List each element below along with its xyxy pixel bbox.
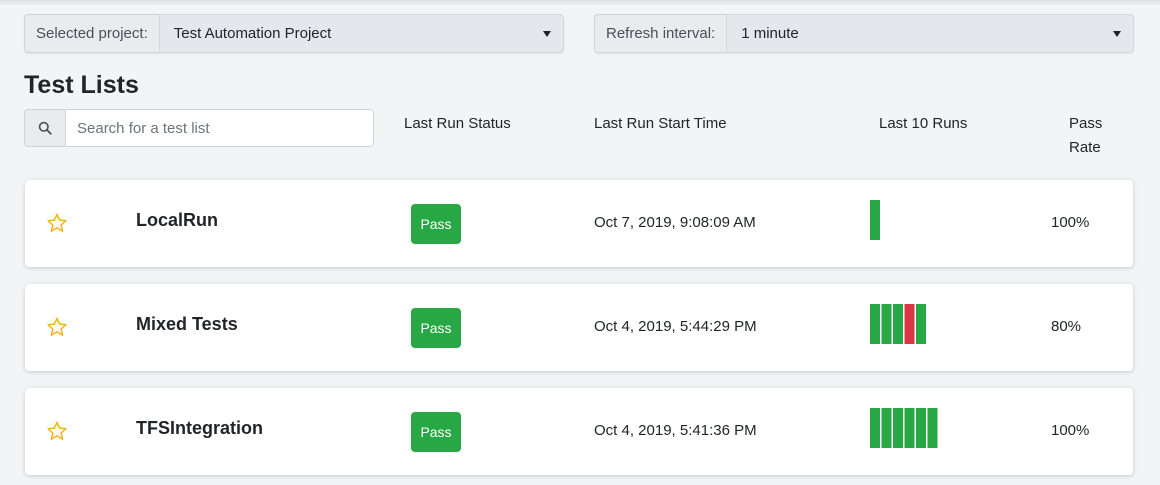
- run-bar-pass[interactable]: [893, 408, 903, 448]
- last-runs-chart: [870, 200, 880, 240]
- run-bar-fail[interactable]: [904, 304, 915, 344]
- test-list-card[interactable]: LocalRun Pass Oct 7, 2019, 9:08:09 AM 10…: [25, 180, 1133, 267]
- project-selector-label: Selected project:: [24, 14, 159, 53]
- run-bar-pass[interactable]: [893, 304, 903, 344]
- project-select-value: Test Automation Project: [173, 25, 332, 42]
- test-list-card[interactable]: TFSIntegration Pass Oct 4, 2019, 5:41:36…: [25, 388, 1133, 475]
- status-badge: Pass: [411, 412, 461, 452]
- caret-down-icon: [543, 30, 551, 37]
- run-bar-pass[interactable]: [870, 408, 880, 448]
- column-header-pass-rate: Pass Rate: [1069, 112, 1102, 160]
- run-bar-pass[interactable]: [904, 408, 915, 448]
- search-input[interactable]: [65, 109, 374, 147]
- pass-rate: 100%: [1051, 214, 1090, 231]
- search-icon: [24, 109, 65, 147]
- status-badge: Pass: [411, 308, 461, 348]
- page-title: Test Lists: [24, 71, 139, 99]
- column-header-last-runs: Last 10 Runs: [879, 115, 968, 132]
- last-run-start-time: Oct 4, 2019, 5:44:29 PM: [594, 318, 757, 335]
- status-badge: Pass: [411, 204, 461, 244]
- last-run-start-time: Oct 4, 2019, 5:41:36 PM: [594, 422, 757, 439]
- run-bar-pass[interactable]: [916, 408, 926, 448]
- test-list-name[interactable]: TFSIntegration: [136, 418, 263, 439]
- refresh-interval-label: Refresh interval:: [594, 14, 727, 53]
- column-header-status: Last Run Status: [404, 115, 511, 132]
- search-group: [24, 109, 374, 147]
- last-runs-chart: [870, 304, 926, 344]
- run-bar-pass[interactable]: [870, 304, 880, 344]
- column-header-pass-rate-line2: Rate: [1069, 139, 1101, 156]
- refresh-interval-selector[interactable]: Refresh interval: 1 minute: [594, 14, 1134, 53]
- pass-rate: 100%: [1051, 422, 1090, 439]
- top-shadow: [0, 0, 1160, 6]
- run-bar-pass[interactable]: [881, 304, 892, 344]
- test-list-card[interactable]: Mixed Tests Pass Oct 4, 2019, 5:44:29 PM…: [25, 284, 1133, 371]
- project-selector[interactable]: Selected project: Test Automation Projec…: [24, 14, 564, 53]
- run-bar-pass[interactable]: [870, 200, 880, 240]
- test-list-name[interactable]: LocalRun: [136, 210, 218, 231]
- caret-down-icon: [1113, 30, 1121, 37]
- column-header-pass-rate-line1: Pass: [1069, 115, 1103, 132]
- last-runs-chart: [870, 408, 938, 448]
- run-bar-pass[interactable]: [916, 304, 926, 344]
- pass-rate: 80%: [1051, 318, 1082, 335]
- favorite-star-icon[interactable]: [46, 316, 68, 338]
- test-list-name[interactable]: Mixed Tests: [136, 314, 238, 335]
- last-run-start-time: Oct 7, 2019, 9:08:09 AM: [594, 214, 756, 231]
- project-select[interactable]: Test Automation Project: [158, 14, 564, 53]
- refresh-interval-select[interactable]: 1 minute: [726, 14, 1134, 53]
- run-bar-pass[interactable]: [927, 408, 938, 448]
- column-header-start-time: Last Run Start Time: [594, 115, 727, 132]
- favorite-star-icon[interactable]: [46, 420, 68, 442]
- run-bar-pass[interactable]: [881, 408, 892, 448]
- refresh-interval-value: 1 minute: [741, 25, 799, 42]
- favorite-star-icon[interactable]: [46, 212, 68, 234]
